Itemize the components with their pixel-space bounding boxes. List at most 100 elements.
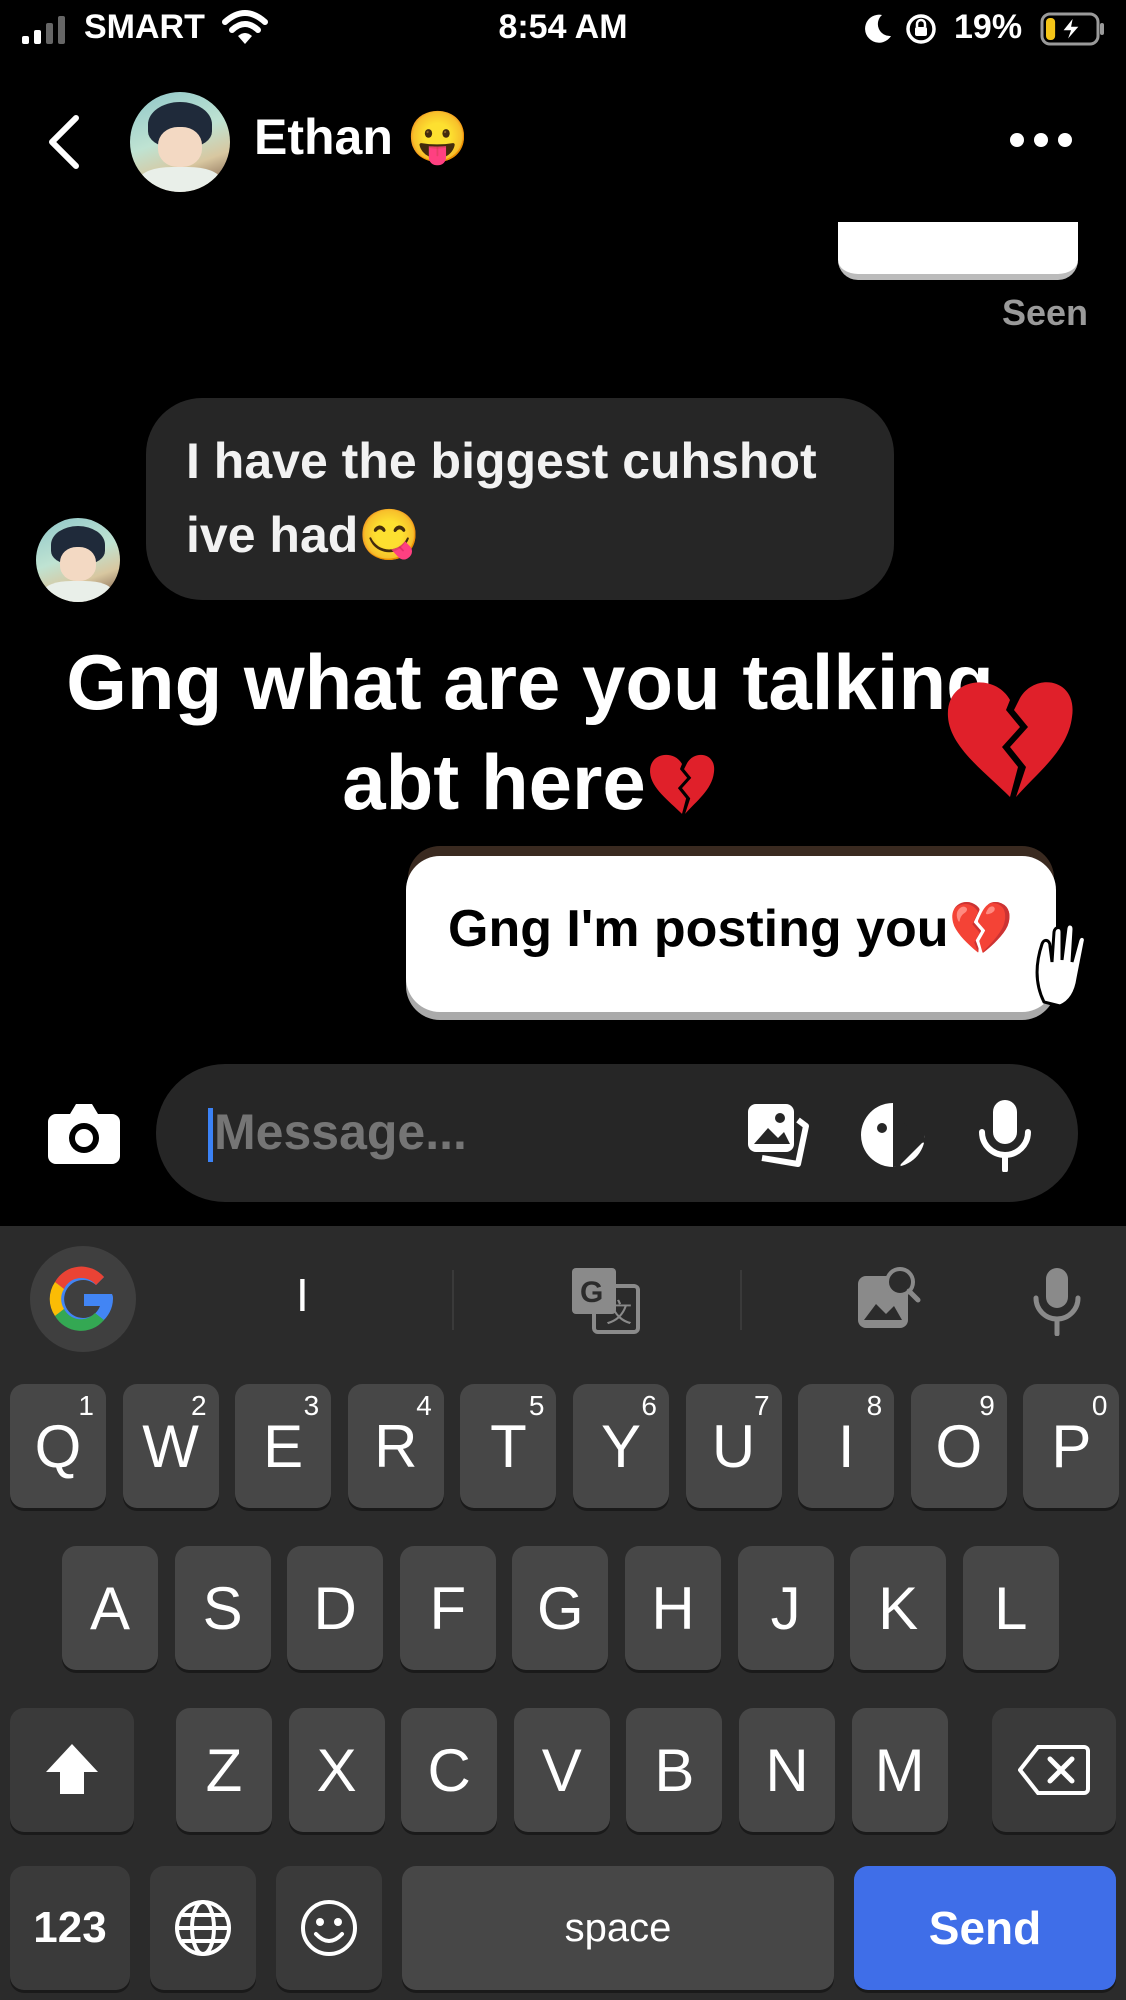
svg-text:G: G [580,1276,603,1309]
key-k[interactable]: K [850,1546,947,1670]
moon-icon [865,14,891,43]
key-label: L [994,1574,1028,1642]
key-v[interactable]: V [513,1708,610,1832]
key-c[interactable]: C [401,1708,498,1832]
svg-text:文: 文 [606,1298,632,1328]
translate-icon[interactable]: G 文 [570,1266,640,1334]
key-label: O [935,1412,983,1480]
send-key[interactable]: Send [854,1866,1116,1990]
rotation-lock-icon [906,14,936,44]
overlay-caption-line2: abt here [40,732,1020,832]
key-u[interactable]: U7 [685,1384,782,1508]
key-m[interactable]: M [851,1708,948,1832]
key-d[interactable]: D [287,1546,384,1670]
shift-icon [46,1744,98,1794]
key-r[interactable]: R4 [347,1384,444,1508]
key-e[interactable]: E3 [235,1384,332,1508]
globe-key[interactable] [150,1866,256,1990]
overlay-caption-line1: Gng what are you talking [66,638,994,726]
key-label: H [651,1574,695,1642]
key-b[interactable]: B [626,1708,723,1832]
numbers-key[interactable]: 123 [10,1866,130,1990]
back-button[interactable] [40,112,90,172]
suggestion-word[interactable]: I [296,1268,309,1322]
key-hint-number: 3 [303,1390,320,1421]
google-button[interactable] [30,1246,136,1352]
message-input[interactable] [214,1100,694,1164]
key-hint-number: 2 [191,1390,207,1421]
key-label: B [654,1736,695,1804]
suggestion-divider [452,1270,454,1330]
status-bar: SMART 8:54 AM 19% [0,0,1126,60]
more-options-button[interactable] [1008,130,1074,150]
emoji-icon [301,1900,357,1956]
key-l[interactable]: L [962,1546,1059,1670]
message-avatar [36,518,120,602]
microphone-icon[interactable] [976,1098,1034,1172]
key-label: I [837,1412,855,1480]
key-hint-number: 7 [754,1390,770,1421]
key-x[interactable]: X [288,1708,385,1832]
key-t[interactable]: T5 [460,1384,557,1508]
key-label: G [537,1574,584,1642]
broken-heart-icon [947,682,1073,797]
lens-icon[interactable] [856,1266,922,1332]
key-p[interactable]: P0 [1023,1384,1120,1508]
key-hint-number: 9 [979,1390,995,1421]
key-label: T [490,1412,527,1480]
globe-icon [175,1900,231,1956]
battery-percent: 19% [954,8,1023,46]
backspace-key[interactable] [992,1708,1116,1832]
google-icon [49,1266,113,1331]
key-j[interactable]: J [737,1546,834,1670]
key-label: Y [600,1412,642,1480]
key-label: X [316,1736,357,1804]
key-label: N [765,1736,809,1804]
key-f[interactable]: F [399,1546,496,1670]
incoming-message-bubble[interactable]: I have the biggest cuhshot ive had😋 [146,398,894,600]
key-label: J [770,1574,801,1642]
sticker-icon[interactable] [858,1100,928,1170]
key-q[interactable]: Q1 [10,1384,106,1508]
key-n[interactable]: N [739,1708,835,1832]
seen-receipt: Seen [1001,292,1088,333]
key-label: V [541,1736,582,1804]
key-label: Z [205,1736,243,1804]
key-a[interactable]: A [62,1546,158,1670]
emoji-key[interactable] [276,1866,382,1990]
key-label: M [874,1736,925,1804]
contact-avatar[interactable] [130,92,230,192]
key-hint-number: 0 [1091,1390,1108,1421]
key-label: F [429,1574,467,1642]
key-hint-number: 4 [416,1390,432,1421]
key-label: D [313,1574,357,1642]
waving-hand-icon [1035,922,1087,1008]
broken-heart-icon [649,754,714,814]
key-y[interactable]: Y6 [573,1384,669,1508]
key-label: A [89,1574,131,1642]
contact-name[interactable]: Ethan 😛 [254,108,469,167]
key-h[interactable]: H [625,1546,721,1670]
key-label: E [263,1412,304,1480]
key-label: C [427,1736,471,1804]
space-key[interactable]: space [402,1866,834,1990]
suggestion-divider [740,1270,742,1330]
battery-charging-icon [1040,12,1104,46]
shift-key[interactable] [10,1708,134,1832]
key-label: K [878,1574,919,1642]
voice-input-icon[interactable] [1032,1266,1082,1336]
backspace-icon [1018,1745,1090,1795]
key-s[interactable]: S [174,1546,271,1670]
key-label: S [202,1574,243,1642]
key-label: R [374,1412,418,1480]
key-w[interactable]: W2 [122,1384,219,1508]
key-g[interactable]: G [512,1546,609,1670]
key-i[interactable]: I8 [798,1384,895,1508]
key-label: P [1051,1412,1092,1480]
camera-button[interactable] [48,1100,120,1164]
key-label: Q [34,1412,82,1480]
key-o[interactable]: O9 [910,1384,1007,1508]
key-hint-number: 6 [641,1390,657,1421]
key-z[interactable]: Z [176,1708,272,1832]
gallery-icon[interactable] [744,1100,814,1170]
